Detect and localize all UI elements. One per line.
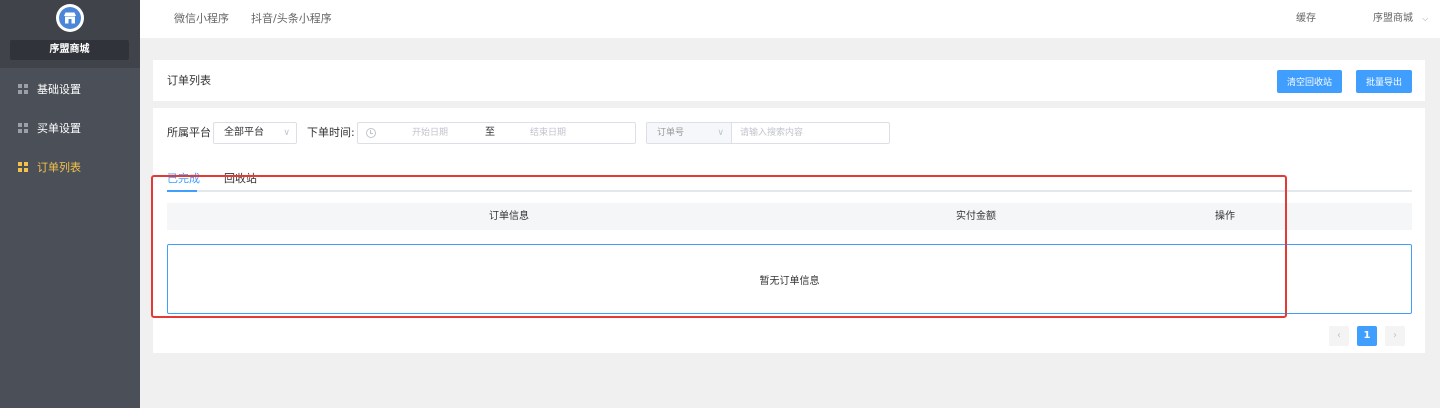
sidebar: 序盟商城 基础设置 买单设置 订单列表 [0,0,140,408]
logo-area: 序盟商城 [0,0,140,68]
page-title: 订单列表 [167,74,211,87]
store-icon [59,7,81,29]
cache-link[interactable]: 缓存 [1296,0,1316,38]
pagination-next-button[interactable]: › [1385,326,1405,346]
batch-export-button[interactable]: 批量导出 [1356,70,1412,93]
range-separator: 至 [485,127,495,138]
chevron-down-icon: ∨ [283,128,290,138]
platform-label: 所属平台 [167,126,211,139]
end-date-input[interactable]: 结束日期 [530,123,566,143]
store-logo [56,4,84,32]
page-header: 订单列表 清空回收站 批量导出 [153,60,1425,101]
sidebar-item-payment-settings[interactable]: 买单设置 [0,109,140,147]
grid-icon [18,84,28,94]
start-date-input[interactable]: 开始日期 [412,123,448,143]
user-name: 序盟商城 [1373,13,1413,24]
tab-completed[interactable]: 已完成 [167,172,200,186]
search-type-value: 订单号 [657,128,685,138]
grid-icon [18,123,28,133]
empty-state: 暂无订单信息 [167,244,1412,314]
sidebar-item-label: 买单设置 [37,122,81,135]
sidebar-item-order-list[interactable]: 订单列表 [0,148,140,186]
user-menu[interactable]: 序盟商城 ⌵ [1373,0,1428,38]
column-actions: 操作 [1215,211,1235,222]
grid-icon [18,162,28,172]
table-header: 订单信息 实付金额 操作 [167,203,1412,230]
search-type-select[interactable]: 订单号 ∨ [647,123,732,143]
tab-recycle-bin[interactable]: 回收站 [224,172,257,186]
sidebar-item-basic-settings[interactable]: 基础设置 [0,70,140,108]
order-list-panel: 所属平台 全部平台 ∨ 下单时间: 开始日期 至 结束日期 订单号 ∨ 已完成 … [153,108,1425,353]
sidebar-item-label: 基础设置 [37,83,81,96]
chevron-down-icon: ⌵ [1422,14,1429,23]
topnav-douyin-miniprogram[interactable]: 抖音/头条小程序 [251,0,332,38]
column-paid-amount: 实付金额 [956,211,996,222]
topnav-wechat-miniprogram[interactable]: 微信小程序 [174,0,229,38]
pagination-page-1[interactable]: 1 [1357,326,1377,346]
clock-icon [366,128,376,138]
active-tab-indicator [167,190,197,192]
empty-state-text: 暂无订单信息 [759,275,820,287]
order-search-group: 订单号 ∨ [646,122,890,144]
sidebar-item-label: 订单列表 [37,161,81,174]
clear-recycle-bin-button[interactable]: 清空回收站 [1277,70,1342,93]
search-input[interactable] [733,123,887,143]
pagination-prev-button[interactable]: ‹ [1329,326,1349,346]
column-order-info: 订单信息 [489,211,529,222]
chevron-down-icon: ∨ [717,128,724,138]
platform-select-value: 全部平台 [224,127,264,138]
platform-select[interactable]: 全部平台 ∨ [213,122,297,144]
order-date-range-picker[interactable]: 开始日期 至 结束日期 [357,122,636,144]
order-time-label: 下单时间: [307,126,355,139]
top-bar: 微信小程序 抖音/头条小程序 缓存 序盟商城 ⌵ [140,0,1440,38]
order-status-tabs: 已完成 回收站 [167,172,1412,192]
store-name: 序盟商城 [10,40,129,60]
